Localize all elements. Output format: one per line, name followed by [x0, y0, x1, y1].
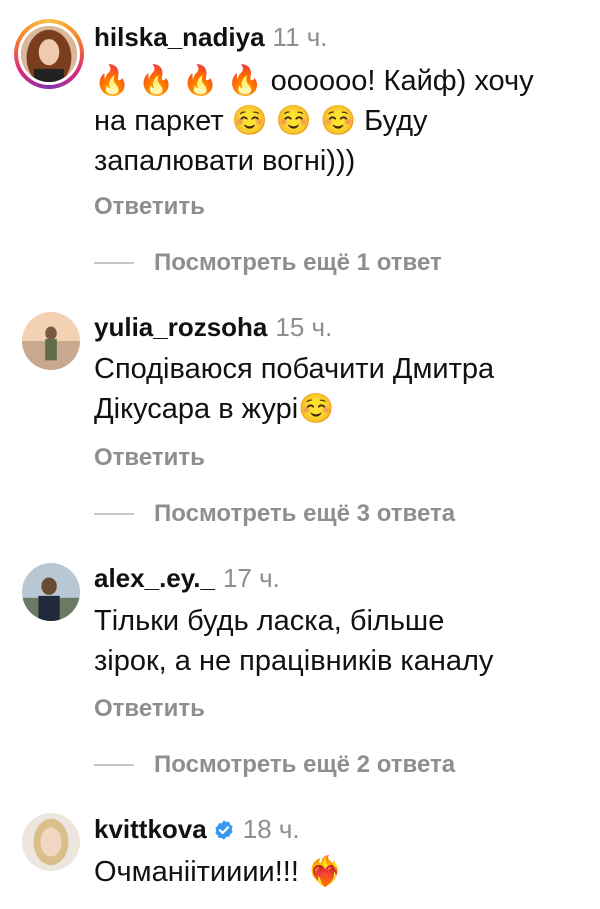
comment-text-line: запалювати вогні))) — [94, 145, 356, 177]
avatar-story-ring[interactable] — [14, 19, 84, 89]
avatar-image — [21, 26, 77, 82]
comment-header: hilska_nadiya 11 ч. — [94, 21, 328, 53]
view-more-replies-button[interactable]: Посмотреть ещё 1 ответ — [94, 249, 442, 279]
view-more-replies-label: Посмотреть ещё 3 ответа — [154, 500, 456, 527]
comment-text-line: Дікусара в журі☺️ — [94, 393, 335, 425]
divider-line — [94, 513, 134, 515]
comment-text: Очманіітииии!!! ❤️‍🔥 — [94, 852, 584, 892]
comment-text-line: 🔥 🔥 🔥 🔥 оооооо! Кайф) хочу — [94, 65, 534, 97]
comment-text: Сподіваюся побачити Дмитра Дікусара в жу… — [94, 349, 584, 429]
comment-text-line: Очманіітииии!!! ❤️‍🔥 — [94, 856, 344, 888]
username[interactable]: kvittkova — [94, 814, 207, 844]
avatar-image — [22, 563, 80, 621]
username[interactable]: hilska_nadiya — [94, 22, 265, 52]
comment-text: Тільки будь ласка, більше зірок, а не пр… — [94, 601, 584, 681]
avatar[interactable] — [22, 813, 80, 871]
comment-text-line: Тільки будь ласка, більше — [94, 605, 445, 637]
comment-header: yulia_rozsoha 15 ч. — [94, 311, 332, 343]
view-more-replies-label: Посмотреть ещё 2 ответа — [154, 751, 456, 778]
view-more-replies-button[interactable]: Посмотреть ещё 3 ответа — [94, 500, 455, 530]
reply-button[interactable]: Ответить — [94, 444, 205, 472]
view-more-replies-label: Посмотреть ещё 1 ответ — [154, 249, 442, 276]
comment-time: 17 ч. — [222, 563, 280, 593]
divider-line — [94, 262, 134, 264]
username[interactable]: yulia_rozsoha — [94, 312, 267, 342]
comment-text-line: на паркет ☺️ ☺️ ☺️ Буду — [94, 105, 428, 137]
reply-button[interactable]: Ответить — [94, 193, 205, 221]
view-more-replies-button[interactable]: Посмотреть ещё 2 ответа — [94, 751, 455, 781]
comment-time: 18 ч. — [242, 814, 300, 844]
comment-time: 11 ч. — [272, 22, 328, 52]
divider-line — [94, 764, 134, 766]
reply-button[interactable]: Ответить — [94, 695, 205, 723]
avatar-image — [22, 312, 80, 370]
avatar[interactable] — [22, 312, 80, 370]
comment-text-line: Сподіваюся побачити Дмитра — [94, 353, 495, 385]
comment-time: 15 ч. — [275, 312, 333, 342]
avatar — [18, 23, 80, 85]
comment-text: 🔥 🔥 🔥 🔥 оооооо! Кайф) хочу на паркет ☺️ … — [94, 61, 584, 181]
verified-badge-icon — [215, 820, 233, 840]
avatar[interactable] — [22, 563, 80, 621]
avatar-image — [22, 813, 80, 871]
comment-header: alex_.ey._ 17 ч. — [94, 562, 280, 594]
comment-header: kvittkova 18 ч. — [94, 813, 300, 845]
username[interactable]: alex_.ey._ — [94, 563, 215, 593]
comment-text-line: зірок, а не працівників каналу — [94, 645, 494, 677]
